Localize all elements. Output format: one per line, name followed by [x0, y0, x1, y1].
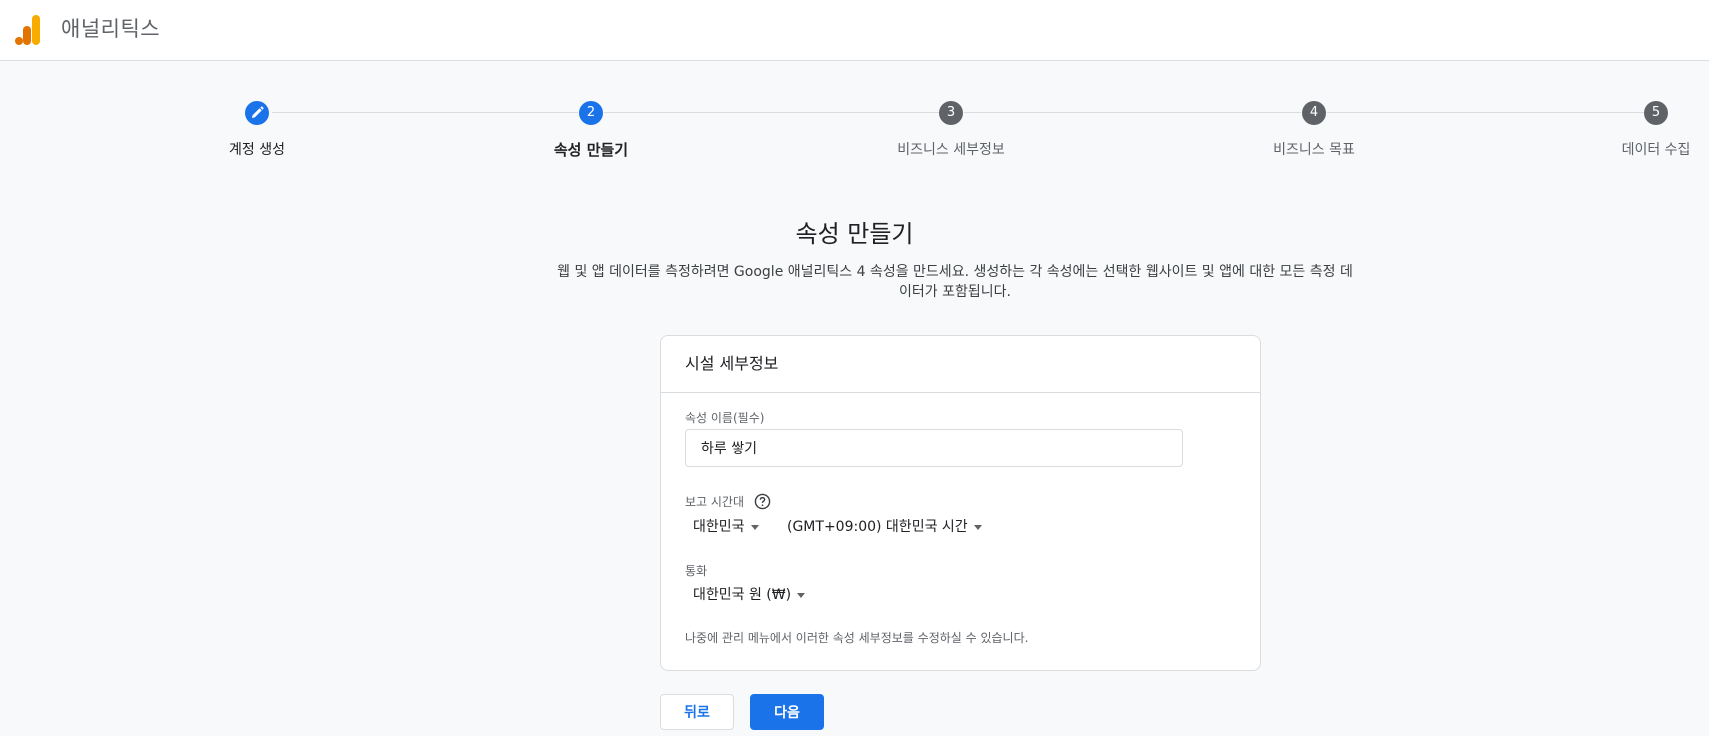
description-line: 웹 및 앱 데이터를 측정하려면 Google 애널리틱스 4 속성을 만드세요… — [557, 264, 1353, 280]
edit-later-note: 나중에 관리 메뉴에서 이러한 속성 세부정보를 수정하실 수 있습니다. — [685, 631, 1029, 645]
help-circle-icon[interactable] — [754, 493, 771, 510]
country-select[interactable]: 대한민국 — [693, 517, 759, 537]
currency-label: 통화 — [685, 564, 708, 578]
caret-down-icon — [973, 524, 982, 530]
property-details-card: 시설 세부정보 속성 이름(필수) 보고 시간대 대한민국 (GMT+09:00… — [660, 335, 1261, 671]
card-title: 시설 세부정보 — [661, 336, 1260, 393]
step-connector — [604, 112, 939, 113]
step-circle-1 — [245, 101, 269, 125]
property-name-input[interactable] — [685, 429, 1183, 467]
step-label: 속성 만들기 — [553, 141, 629, 159]
step-connector — [1327, 112, 1644, 113]
timezone-select[interactable]: (GMT+09:00) 대한민국 시간 — [787, 517, 982, 537]
step-connector — [272, 112, 578, 113]
description-line: 이터가 포함됩니다. — [899, 284, 1011, 300]
caret-down-icon — [750, 524, 759, 530]
step-label: 데이터 수집 — [1621, 142, 1691, 158]
page-description: 웹 및 앱 데이터를 측정하려면 Google 애널리틱스 4 속성을 만드세요… — [555, 262, 1355, 302]
timezone-select-value: (GMT+09:00) 대한민국 시간 — [787, 519, 968, 535]
currency-select-value: 대한민국 원 (₩) — [693, 587, 792, 603]
step-circle-4: 4 — [1302, 101, 1326, 125]
page-title: 속성 만들기 — [795, 220, 914, 248]
step-label: 비즈니스 목표 — [1273, 142, 1355, 158]
step-connector — [964, 112, 1301, 113]
step-circle-5: 5 — [1644, 101, 1668, 125]
pencil-icon — [252, 106, 264, 118]
caret-down-icon — [797, 592, 806, 598]
property-name-label: 속성 이름(필수) — [685, 411, 765, 425]
step-label: 비즈니스 세부정보 — [897, 142, 1005, 158]
back-button[interactable]: 뒤로 — [660, 694, 734, 730]
step-circle-3: 3 — [939, 101, 963, 125]
currency-select[interactable]: 대한민국 원 (₩) — [693, 585, 806, 605]
timezone-label: 보고 시간대 — [685, 495, 745, 509]
progress-stepper: 계정 생성 2 속성 만들기 3 비즈니스 세부정보 4 비즈니스 목표 5 데… — [0, 0, 1709, 180]
country-select-value: 대한민국 — [693, 519, 745, 535]
next-button[interactable]: 다음 — [750, 694, 824, 730]
step-label: 계정 생성 — [229, 142, 285, 158]
step-circle-2: 2 — [579, 101, 603, 125]
